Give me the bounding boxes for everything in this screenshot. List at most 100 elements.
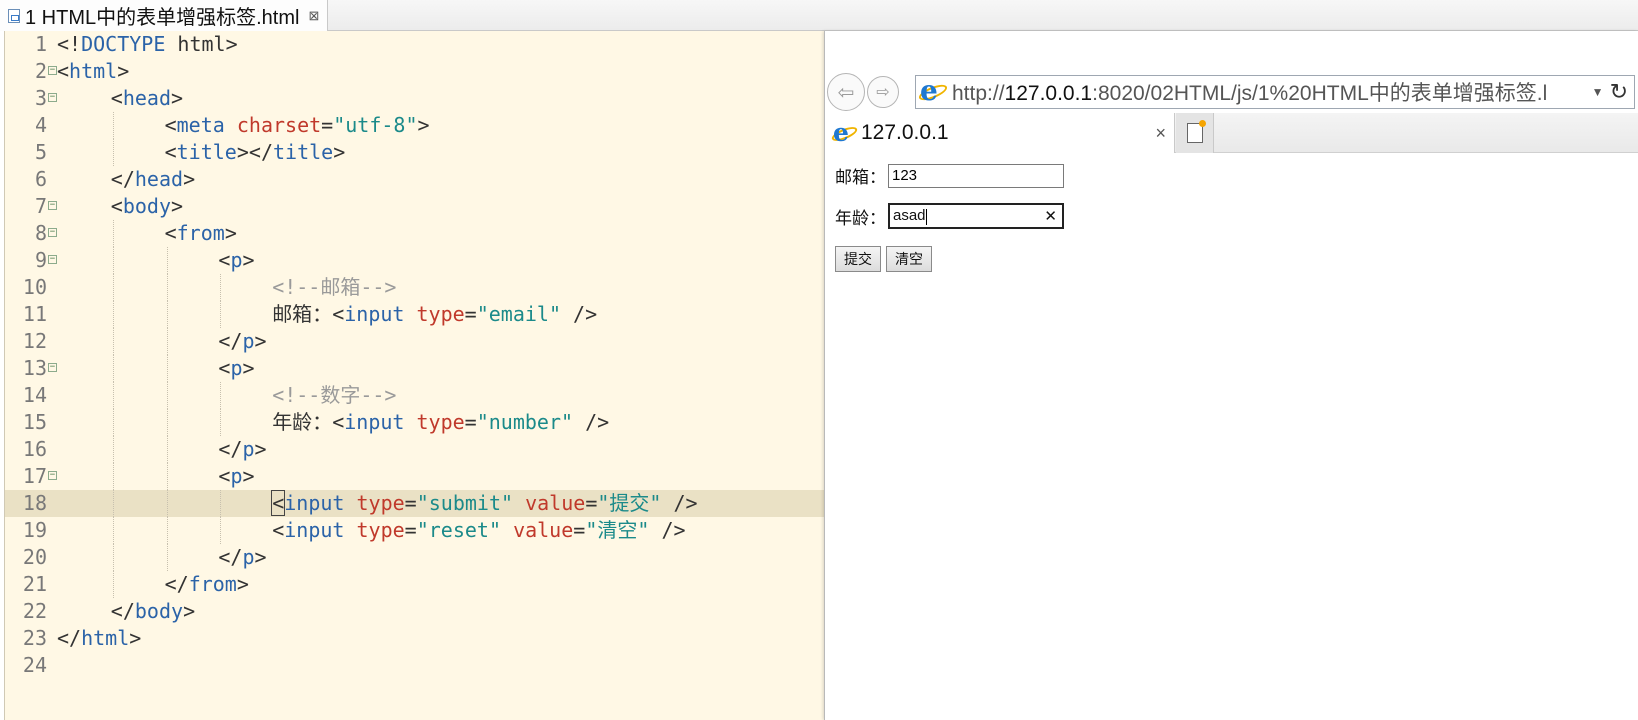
text-caret: [925, 208, 927, 225]
line-number: 11: [22, 302, 47, 326]
code-token: =: [404, 518, 417, 542]
code-token: =: [464, 410, 477, 434]
browser-tab-title: 127.0.0.1: [861, 121, 949, 144]
indent-guide: [112, 490, 114, 517]
code-token: meta: [176, 113, 225, 137]
code-token: <: [218, 248, 231, 272]
indent-guide: [112, 274, 114, 301]
reset-button[interactable]: 清空: [886, 246, 932, 272]
code-token: p: [242, 329, 255, 353]
email-row: 邮箱：: [835, 163, 1064, 188]
code-token: type: [416, 410, 465, 434]
line-text: </p>: [218, 436, 266, 463]
page-content: 邮箱： 年龄： asad ✕ 提交 清空: [825, 153, 1638, 720]
fold-collapse-icon[interactable]: −: [48, 66, 57, 75]
code-token: >: [254, 329, 267, 353]
code-token: "提交": [597, 491, 662, 515]
code-token: />: [661, 491, 698, 515]
forward-button[interactable]: ⇨: [867, 76, 899, 108]
clear-icon[interactable]: ✕: [1044, 207, 1057, 225]
code-token: "email": [476, 302, 562, 326]
code-token: <!--邮箱-->: [272, 275, 397, 299]
browser-tab-active[interactable]: e 127.0.0.1 ×: [825, 113, 1175, 153]
code-token: value: [513, 518, 574, 542]
fold-collapse-icon[interactable]: −: [48, 228, 57, 237]
code-token: title: [176, 140, 237, 164]
fold-collapse-icon[interactable]: −: [48, 201, 57, 210]
line-number: 7: [34, 194, 47, 218]
chevron-down-icon[interactable]: ▼: [1592, 85, 1604, 99]
indent-guide: [112, 139, 114, 166]
editor-tab-file[interactable]: 1 HTML中的表单增强标签.html ⊠: [0, 0, 329, 31]
close-icon[interactable]: ⊠: [308, 8, 319, 24]
back-button[interactable]: ⇦: [827, 73, 865, 111]
line-number: 9: [34, 248, 47, 272]
refresh-icon[interactable]: ↻: [1610, 79, 1628, 105]
close-icon[interactable]: ×: [1155, 123, 1166, 144]
code-token: p: [242, 545, 255, 569]
code-token: html: [69, 59, 118, 83]
age-field[interactable]: asad ✕: [888, 203, 1064, 229]
code-token: </: [218, 545, 243, 569]
code-token: body: [134, 599, 184, 623]
line-text: <!--数字-->: [272, 382, 396, 409]
fold-collapse-icon[interactable]: −: [48, 363, 57, 372]
line-text: <input type="submit" value="提交" />: [271, 490, 698, 517]
code-token: <: [218, 356, 231, 380]
url-prefix: http://: [952, 82, 1005, 105]
line-number: 16: [22, 437, 47, 461]
code-token: >: [224, 221, 237, 245]
line-number: 10: [22, 275, 47, 299]
code-token: </: [110, 599, 135, 623]
new-tab-button[interactable]: [1176, 113, 1214, 153]
url-text[interactable]: http://127.0.0.1:8020/02HTML/js/1%20HTML…: [952, 77, 1586, 107]
indent-guide: [112, 382, 114, 409]
code-token: ></: [236, 140, 273, 164]
code-token: title: [272, 140, 334, 164]
line-number: 4: [34, 113, 47, 137]
code-token: >: [171, 194, 184, 218]
address-bar[interactable]: e http://127.0.0.1:8020/02HTML/js/1%20HT…: [915, 75, 1635, 109]
email-field[interactable]: [888, 163, 1064, 188]
code-token: <: [164, 221, 177, 245]
code-token: html: [81, 626, 130, 650]
indent-guide: [112, 328, 114, 355]
line-text: <title></title>: [165, 139, 346, 166]
code-token: "清空": [585, 518, 650, 542]
line-text: <!--邮箱-->: [272, 274, 396, 301]
indent-guide: [220, 409, 222, 436]
fold-collapse-icon[interactable]: −: [48, 471, 57, 480]
code-token: </: [57, 626, 82, 650]
code-token: <!--数字-->: [272, 383, 397, 407]
line-text: </p>: [218, 328, 266, 355]
age-field-value: asad: [893, 207, 1044, 225]
code-token: p: [230, 356, 243, 380]
submit-button[interactable]: 提交: [835, 246, 881, 272]
html-file-icon: [8, 8, 20, 23]
code-token: </: [218, 329, 243, 353]
code-token: head: [122, 86, 172, 110]
age-value-text: asad: [893, 207, 926, 225]
browser-nav-bar: ⇦ ⇨ e http://127.0.0.1:8020/02HTML/js/1%…: [825, 71, 1638, 113]
line-number: 5: [34, 140, 47, 164]
code-token: =: [464, 302, 477, 326]
indent-guide: [220, 274, 222, 301]
line-number: 15: [22, 410, 47, 434]
code-token: charset: [236, 113, 322, 137]
line-text: </from>: [165, 571, 249, 598]
code-token: />: [573, 410, 610, 434]
line-number: 1: [34, 32, 47, 56]
fold-collapse-icon[interactable]: −: [48, 255, 57, 264]
code-token: =: [404, 491, 417, 515]
fold-collapse-icon[interactable]: −: [48, 93, 57, 102]
code-token: input: [284, 491, 345, 515]
code-token: />: [649, 518, 686, 542]
code-token: <: [272, 518, 285, 542]
line-text: <head>: [111, 85, 183, 112]
code-token: >: [117, 59, 130, 83]
url-host: 127.0.0.1: [1004, 82, 1093, 105]
code-token: <: [332, 302, 345, 326]
code-token: body: [122, 194, 172, 218]
